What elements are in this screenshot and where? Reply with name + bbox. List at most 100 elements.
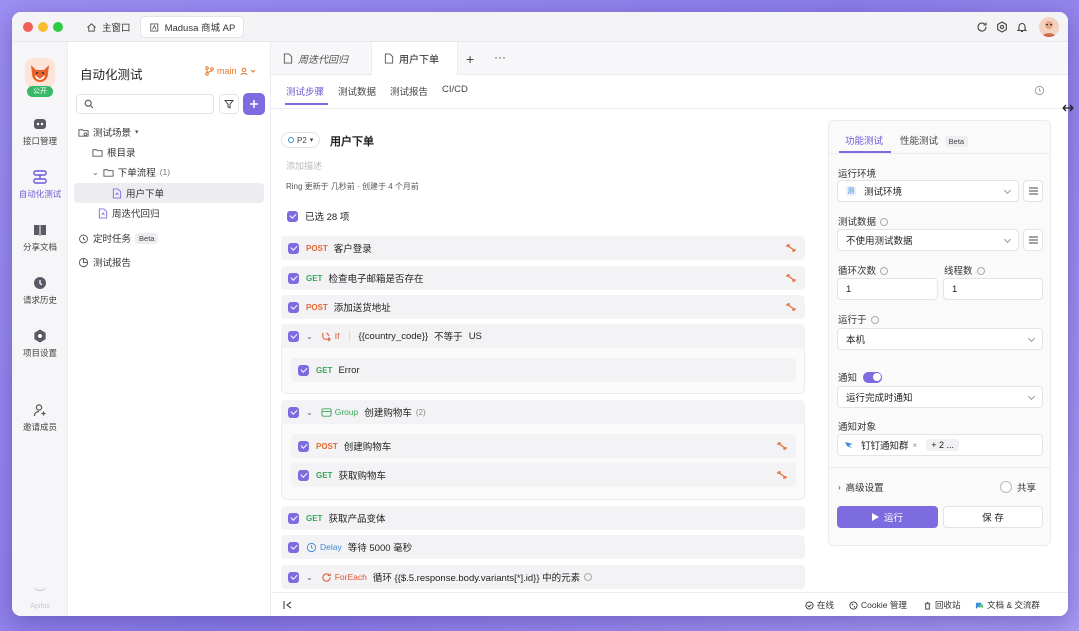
- tree-item-user-order[interactable]: 用户下单: [74, 183, 264, 203]
- step-row[interactable]: GET 获取购物车: [291, 463, 796, 487]
- run-config-panel: 功能测试 性能测试 Beta 运行环境 测 测试环境 测试数据 不使用测试数据: [828, 120, 1051, 546]
- tab-test-reports[interactable]: 测试报告: [390, 84, 428, 98]
- step-checkbox[interactable]: [288, 301, 299, 313]
- link-icon[interactable]: [776, 440, 788, 452]
- window-tab-home[interactable]: 主窗口: [78, 16, 139, 38]
- refresh-icon[interactable]: [974, 19, 990, 35]
- step-row[interactable]: POST 创建购物车: [291, 434, 796, 458]
- tab-functional-test[interactable]: 功能测试: [845, 133, 883, 147]
- share-toggle[interactable]: 共享: [1000, 480, 1036, 494]
- trash-bin[interactable]: 回收站: [923, 599, 961, 611]
- step-row[interactable]: GET 获取产品变体: [281, 506, 805, 530]
- link-icon[interactable]: [785, 272, 797, 284]
- settings-icon: [34, 329, 46, 343]
- history-icon: [34, 277, 46, 289]
- scenario-file-icon: [98, 207, 108, 219]
- notify-when-select[interactable]: 运行完成时通知: [837, 386, 1043, 408]
- tree-item-weekly-regression[interactable]: 周迭代回归: [94, 203, 264, 223]
- filter-button[interactable]: [219, 94, 239, 114]
- tree-item-order-flow[interactable]: ⌄ 下单流程 (1): [88, 162, 264, 182]
- close-window-button[interactable]: [23, 22, 33, 32]
- step-row[interactable]: Delay 等待 5000 毫秒: [281, 535, 805, 559]
- tree-item-test-scenarios[interactable]: 测试场景 ▾: [74, 122, 264, 142]
- env-manage-button[interactable]: [1023, 180, 1043, 202]
- step-checkbox[interactable]: [298, 364, 309, 376]
- env-select[interactable]: 测 测试环境: [837, 180, 1019, 202]
- tab-performance-test[interactable]: 性能测试 Beta: [900, 133, 969, 147]
- step-row[interactable]: GET 检查电子邮箱是否存在: [281, 266, 805, 290]
- step-checkbox[interactable]: [288, 330, 299, 342]
- test-data-manage-button[interactable]: [1023, 229, 1043, 251]
- threads-input[interactable]: 1: [943, 278, 1043, 300]
- link-icon[interactable]: [785, 301, 797, 313]
- save-button[interactable]: 保 存: [943, 506, 1043, 528]
- chevron-down-icon[interactable]: ⌄: [306, 573, 313, 582]
- user-avatar[interactable]: [1039, 17, 1059, 37]
- bell-icon[interactable]: [1014, 19, 1030, 35]
- notify-toggle[interactable]: [863, 371, 883, 383]
- step-checkbox[interactable]: [288, 541, 299, 553]
- step-checkbox[interactable]: [298, 440, 309, 452]
- tab-test-data[interactable]: 测试数据: [338, 84, 376, 98]
- step-checkbox[interactable]: [288, 272, 299, 284]
- run-button[interactable]: 运行: [837, 506, 938, 528]
- foreach-step-header[interactable]: ⌄ ForEach 循环 {{$.5.response.body.variant…: [281, 565, 805, 589]
- step-row[interactable]: POST 添加送货地址: [281, 295, 805, 319]
- step-checkbox[interactable]: [288, 242, 299, 254]
- tab-test-steps[interactable]: 测试步骤: [286, 84, 324, 98]
- if-step-header[interactable]: ⌄ If {{country_code}} 不等于 US: [281, 324, 805, 348]
- chevron-down-icon[interactable]: ⌄: [306, 332, 313, 341]
- rail-item-invite[interactable]: 邀请成员: [12, 402, 68, 433]
- tree-item-root[interactable]: 根目录: [88, 142, 264, 162]
- test-data-select[interactable]: 不使用测试数据: [837, 229, 1019, 251]
- rail-item-api[interactable]: 接口管理: [12, 116, 68, 147]
- docs-community[interactable]: 文档 & 交流群: [975, 599, 1040, 611]
- more-tabs-icon[interactable]: ···: [494, 50, 506, 64]
- tree-item-scheduled-tasks[interactable]: 定时任务 Beta: [74, 228, 264, 248]
- step-checkbox[interactable]: [288, 406, 299, 418]
- chevron-down-icon[interactable]: ⌄: [306, 408, 313, 417]
- tab-ci-cd[interactable]: CI/CD: [442, 84, 468, 95]
- rail-item-history[interactable]: 请求历史: [12, 275, 68, 306]
- settings-gear-icon[interactable]: [994, 19, 1010, 35]
- tree-item-test-reports[interactable]: 测试报告: [74, 252, 264, 272]
- run-on-select[interactable]: 本机: [837, 328, 1043, 350]
- step-checkbox[interactable]: [298, 469, 309, 481]
- scenario-description[interactable]: 添加描述: [286, 159, 322, 172]
- collapse-sidebar-icon[interactable]: [283, 600, 293, 610]
- rail-item-docs[interactable]: 分享文档: [12, 222, 68, 253]
- minimize-window-button[interactable]: [38, 22, 48, 32]
- select-all-row[interactable]: 已选 28 项: [281, 209, 349, 223]
- remove-tag-icon[interactable]: ×: [913, 441, 918, 450]
- team-avatar[interactable]: [25, 58, 55, 88]
- scenario-name[interactable]: 用户下单: [330, 133, 374, 149]
- tree-search-input[interactable]: [98, 99, 208, 109]
- notify-target-select[interactable]: 钉钉通知群 × + 2 ...: [837, 434, 1043, 456]
- window-tab-project[interactable]: Madusa 商城 API: [140, 16, 244, 38]
- branch-selector[interactable]: main: [205, 66, 256, 76]
- priority-selector[interactable]: P2 ▾: [281, 132, 321, 148]
- advanced-settings-toggle[interactable]: › 高级设置: [838, 480, 884, 495]
- add-button[interactable]: [243, 93, 265, 115]
- maximize-window-button[interactable]: [53, 22, 63, 32]
- loop-count-input[interactable]: 1: [837, 278, 938, 300]
- new-tab-plus-icon[interactable]: +: [466, 51, 474, 67]
- rail-item-automation[interactable]: 自动化测试: [12, 169, 68, 200]
- step-checkbox[interactable]: [288, 512, 299, 524]
- share-checkbox[interactable]: [1000, 481, 1012, 493]
- tree-search-box[interactable]: [76, 94, 214, 114]
- online-status[interactable]: 在线: [805, 599, 834, 611]
- history-clock-icon[interactable]: [1034, 85, 1045, 96]
- rail-item-settings[interactable]: 项目设置: [12, 328, 68, 359]
- step-row[interactable]: GET Error: [291, 358, 796, 382]
- select-all-checkbox[interactable]: [287, 210, 298, 222]
- cookie-manager[interactable]: Cookie 管理: [849, 599, 907, 611]
- step-row[interactable]: POST 客户登录: [281, 236, 805, 260]
- info-icon[interactable]: [584, 573, 593, 581]
- file-tab-weekly-regression[interactable]: 周迭代回归: [271, 42, 372, 75]
- link-icon[interactable]: [785, 242, 797, 254]
- link-icon[interactable]: [776, 469, 788, 481]
- step-checkbox[interactable]: [288, 571, 299, 583]
- group-step-header[interactable]: ⌄ Group 创建购物车 (2): [281, 400, 805, 424]
- file-tab-user-order[interactable]: 用户下单: [372, 42, 458, 75]
